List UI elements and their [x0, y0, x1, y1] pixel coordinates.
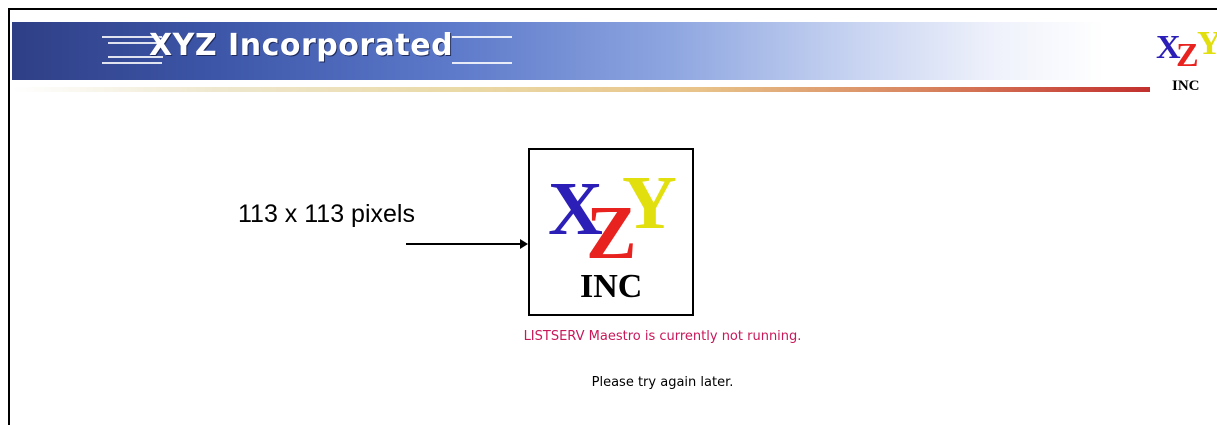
header-rule — [12, 87, 1150, 92]
logo-letter-z: Z — [1176, 37, 1199, 74]
company-name: XYZ Incorporated — [149, 28, 454, 63]
banner-stripe — [452, 62, 512, 64]
retry-message: Please try again later. — [591, 375, 734, 390]
logo-letter-y: Y — [1197, 25, 1217, 62]
header-banner: XYZ Incorporated — [12, 22, 1150, 80]
size-annotation: 113 x 113 pixels — [238, 200, 415, 228]
banner-stripe — [452, 36, 512, 38]
logo-letter-z: Z — [586, 191, 637, 275]
status-message: LISTSERV Maestro is currently not runnin… — [523, 329, 802, 344]
logo-inc: INC — [580, 268, 642, 305]
logo-preview-box: X Y Z INC — [528, 148, 694, 316]
xzy-logo: X Y Z INC — [548, 161, 677, 305]
logo-inc: INC — [1172, 78, 1200, 94]
corner-logo: X Y Z INC — [1156, 25, 1217, 94]
arrow-icon — [406, 239, 528, 249]
